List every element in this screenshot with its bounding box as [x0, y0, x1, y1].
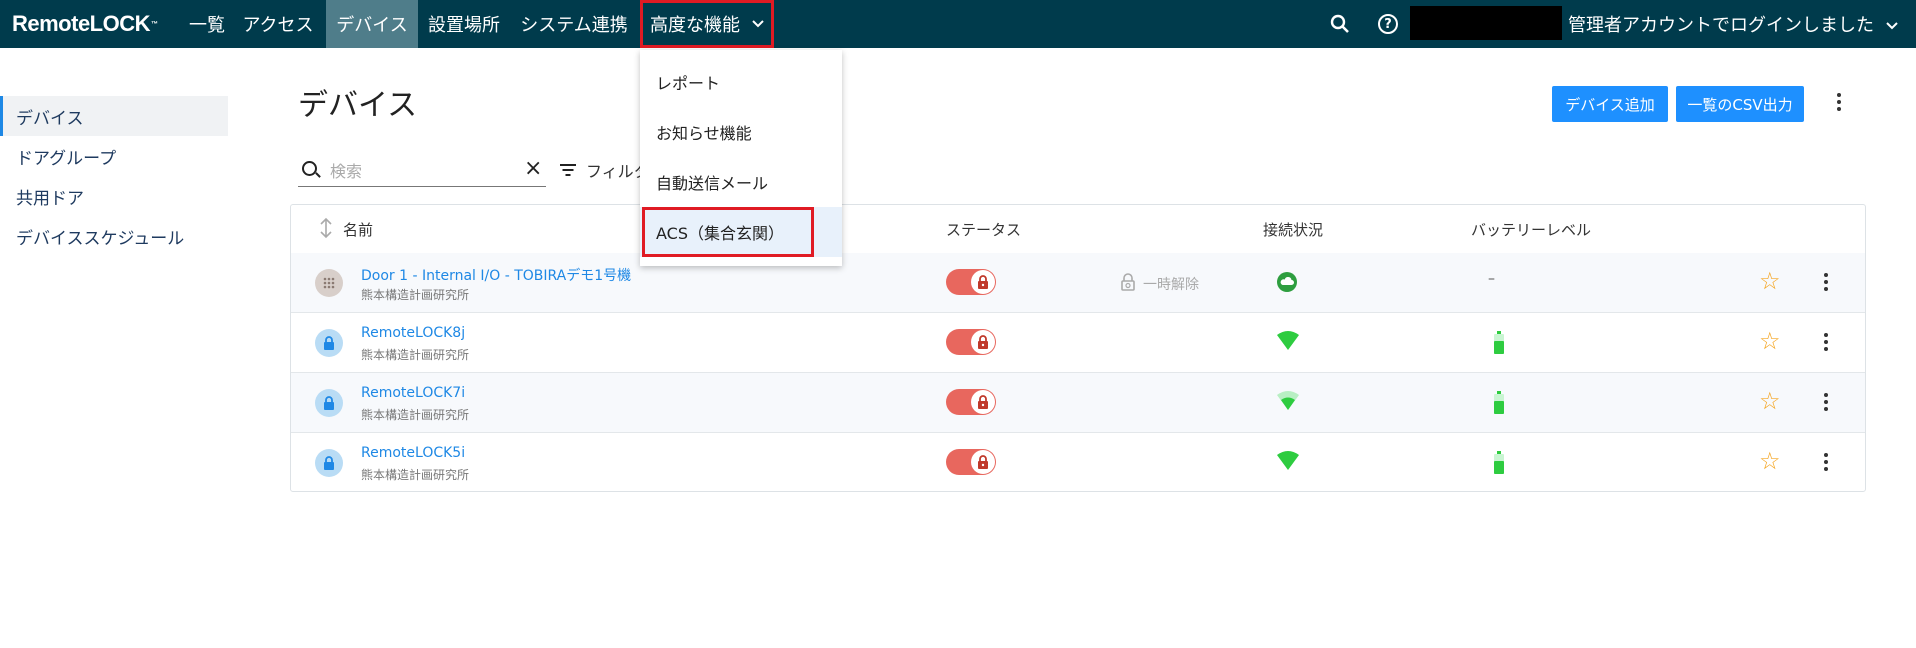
wifi-medium-icon [1276, 391, 1300, 413]
sidebar-item-device-schedules[interactable]: デバイススケジュール [0, 216, 228, 256]
search-box: × [298, 154, 546, 187]
device-name-link[interactable]: Door 1 - Internal I/O - TOBIRAデモ1号機 [361, 265, 631, 285]
lock-icon [315, 329, 343, 357]
table-row: Door 1 - Internal I/O - TOBIRAデモ1号機 熊本構造… [291, 253, 1865, 313]
device-name-link[interactable]: RemoteLOCK5i [361, 445, 465, 461]
add-device-button[interactable]: デバイス追加 [1552, 86, 1668, 122]
favorite-star-icon[interactable]: ☆ [1759, 447, 1781, 475]
lock-status-toggle[interactable] [946, 389, 996, 415]
help-icon[interactable]: ? [1378, 0, 1398, 48]
filter-button[interactable]: フィルタ [560, 158, 650, 182]
filter-icon [560, 164, 576, 176]
battery-full-icon [1493, 391, 1505, 415]
keypad-icon [315, 269, 343, 297]
row-more-options-icon[interactable] [1821, 273, 1831, 291]
chevron-down-icon [1886, 14, 1898, 35]
nav-item-overview[interactable]: 一覧 [184, 0, 230, 48]
table-header: 名前 ステータス 接続状況 バッテリーレベル [291, 205, 1865, 254]
menu-item-notifications[interactable]: お知らせ機能 [640, 107, 842, 157]
top-nav: RemoteLOCK ™ 一覧 アクセス デバイス 設置場所 システム連携 高度な… [0, 0, 1916, 48]
advanced-features-menu: レポート お知らせ機能 自動送信メール ACS（集合玄関） [640, 50, 842, 266]
search-input[interactable] [328, 158, 512, 184]
redacted-account-name [1410, 6, 1562, 40]
column-header-battery: バッテリーレベル [1471, 221, 1592, 239]
unlock-icon [1121, 273, 1135, 295]
close-icon[interactable]: × [524, 156, 542, 181]
user-menu[interactable]: 管理者アカウントでログインしました [1568, 0, 1898, 48]
favorite-star-icon[interactable]: ☆ [1759, 327, 1781, 355]
favorite-star-icon[interactable]: ☆ [1759, 267, 1781, 295]
table-row: RemoteLOCK8j 熊本構造計画研究所 ☆ [291, 313, 1865, 373]
favorite-star-icon[interactable]: ☆ [1759, 387, 1781, 415]
battery-full-icon [1493, 331, 1505, 355]
lock-icon [971, 450, 995, 474]
lock-icon [315, 449, 343, 477]
nav-item-integrations[interactable]: システム連携 [516, 0, 632, 48]
lock-icon [971, 330, 995, 354]
table-row: RemoteLOCK5i 熊本構造計画研究所 ☆ [291, 433, 1865, 492]
column-header-name[interactable]: 名前 [343, 219, 373, 240]
search-icon [302, 161, 317, 176]
devices-table: 名前 ステータス 接続状況 バッテリーレベル Door 1 - Internal… [290, 204, 1866, 492]
device-name-link[interactable]: RemoteLOCK7i [361, 385, 465, 401]
lock-status-toggle[interactable] [946, 329, 996, 355]
lock-icon [315, 389, 343, 417]
nav-item-locations[interactable]: 設置場所 [426, 0, 502, 48]
row-more-options-icon[interactable] [1821, 333, 1831, 351]
device-location: 熊本構造計画研究所 [361, 408, 470, 422]
menu-item-auto-email[interactable]: 自動送信メール [640, 157, 842, 207]
menu-item-reports[interactable]: レポート [640, 57, 842, 107]
wifi-strong-icon [1276, 331, 1300, 353]
device-name-link[interactable]: RemoteLOCK8j [361, 325, 465, 341]
cloud-icon [1276, 271, 1300, 293]
sidebar: デバイス ドアグループ 共用ドア デバイススケジュール [0, 96, 228, 256]
lock-status-toggle[interactable] [946, 269, 996, 295]
lock-icon [971, 270, 995, 294]
sidebar-item-door-groups[interactable]: ドアグループ [0, 136, 228, 176]
column-header-connection: 接続状況 [1263, 221, 1324, 239]
table-row: RemoteLOCK7i 熊本構造計画研究所 ☆ [291, 373, 1865, 433]
nav-item-access[interactable]: アクセス [240, 0, 316, 48]
export-csv-button[interactable]: 一覧のCSV出力 [1676, 86, 1804, 122]
temporary-unlock-button[interactable]: 一時解除 [1121, 273, 1199, 295]
chevron-down-icon [752, 17, 764, 32]
page-title: デバイス [298, 88, 418, 123]
search-icon[interactable] [1330, 0, 1350, 48]
column-header-status: ステータス [946, 221, 1022, 239]
remotelock-logo[interactable]: RemoteLOCK ™ [12, 0, 158, 48]
nav-item-advanced-features[interactable]: 高度な機能 [640, 0, 774, 48]
wifi-strong-icon [1276, 451, 1300, 473]
device-location: 熊本構造計画研究所 [361, 348, 470, 362]
menu-item-acs[interactable]: ACS（集合玄関） [640, 207, 842, 257]
row-more-options-icon[interactable] [1821, 393, 1831, 411]
nav-item-devices[interactable]: デバイス [326, 0, 418, 48]
device-location: 熊本構造計画研究所 [361, 288, 470, 302]
battery-level-none: – [1488, 271, 1495, 287]
sort-icon[interactable] [319, 217, 333, 239]
sidebar-item-devices[interactable]: デバイス [0, 96, 228, 136]
lock-icon [971, 390, 995, 414]
more-options-icon[interactable] [1832, 92, 1846, 112]
device-location: 熊本構造計画研究所 [361, 468, 470, 482]
lock-status-toggle[interactable] [946, 449, 996, 475]
sidebar-item-shared-doors[interactable]: 共用ドア [0, 176, 228, 216]
row-more-options-icon[interactable] [1821, 453, 1831, 471]
battery-full-icon [1493, 451, 1505, 475]
